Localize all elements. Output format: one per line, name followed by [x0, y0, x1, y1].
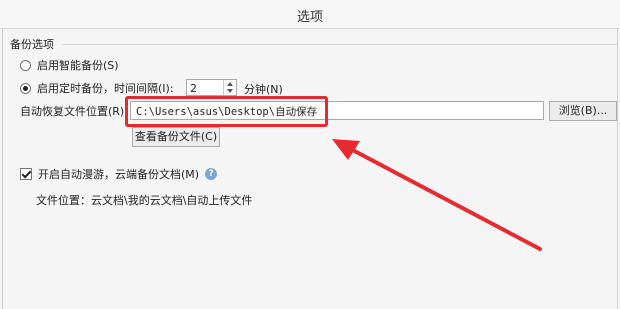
- annotation-arrow: [332, 139, 542, 251]
- annotation-arrow-shaft: [343, 144, 542, 251]
